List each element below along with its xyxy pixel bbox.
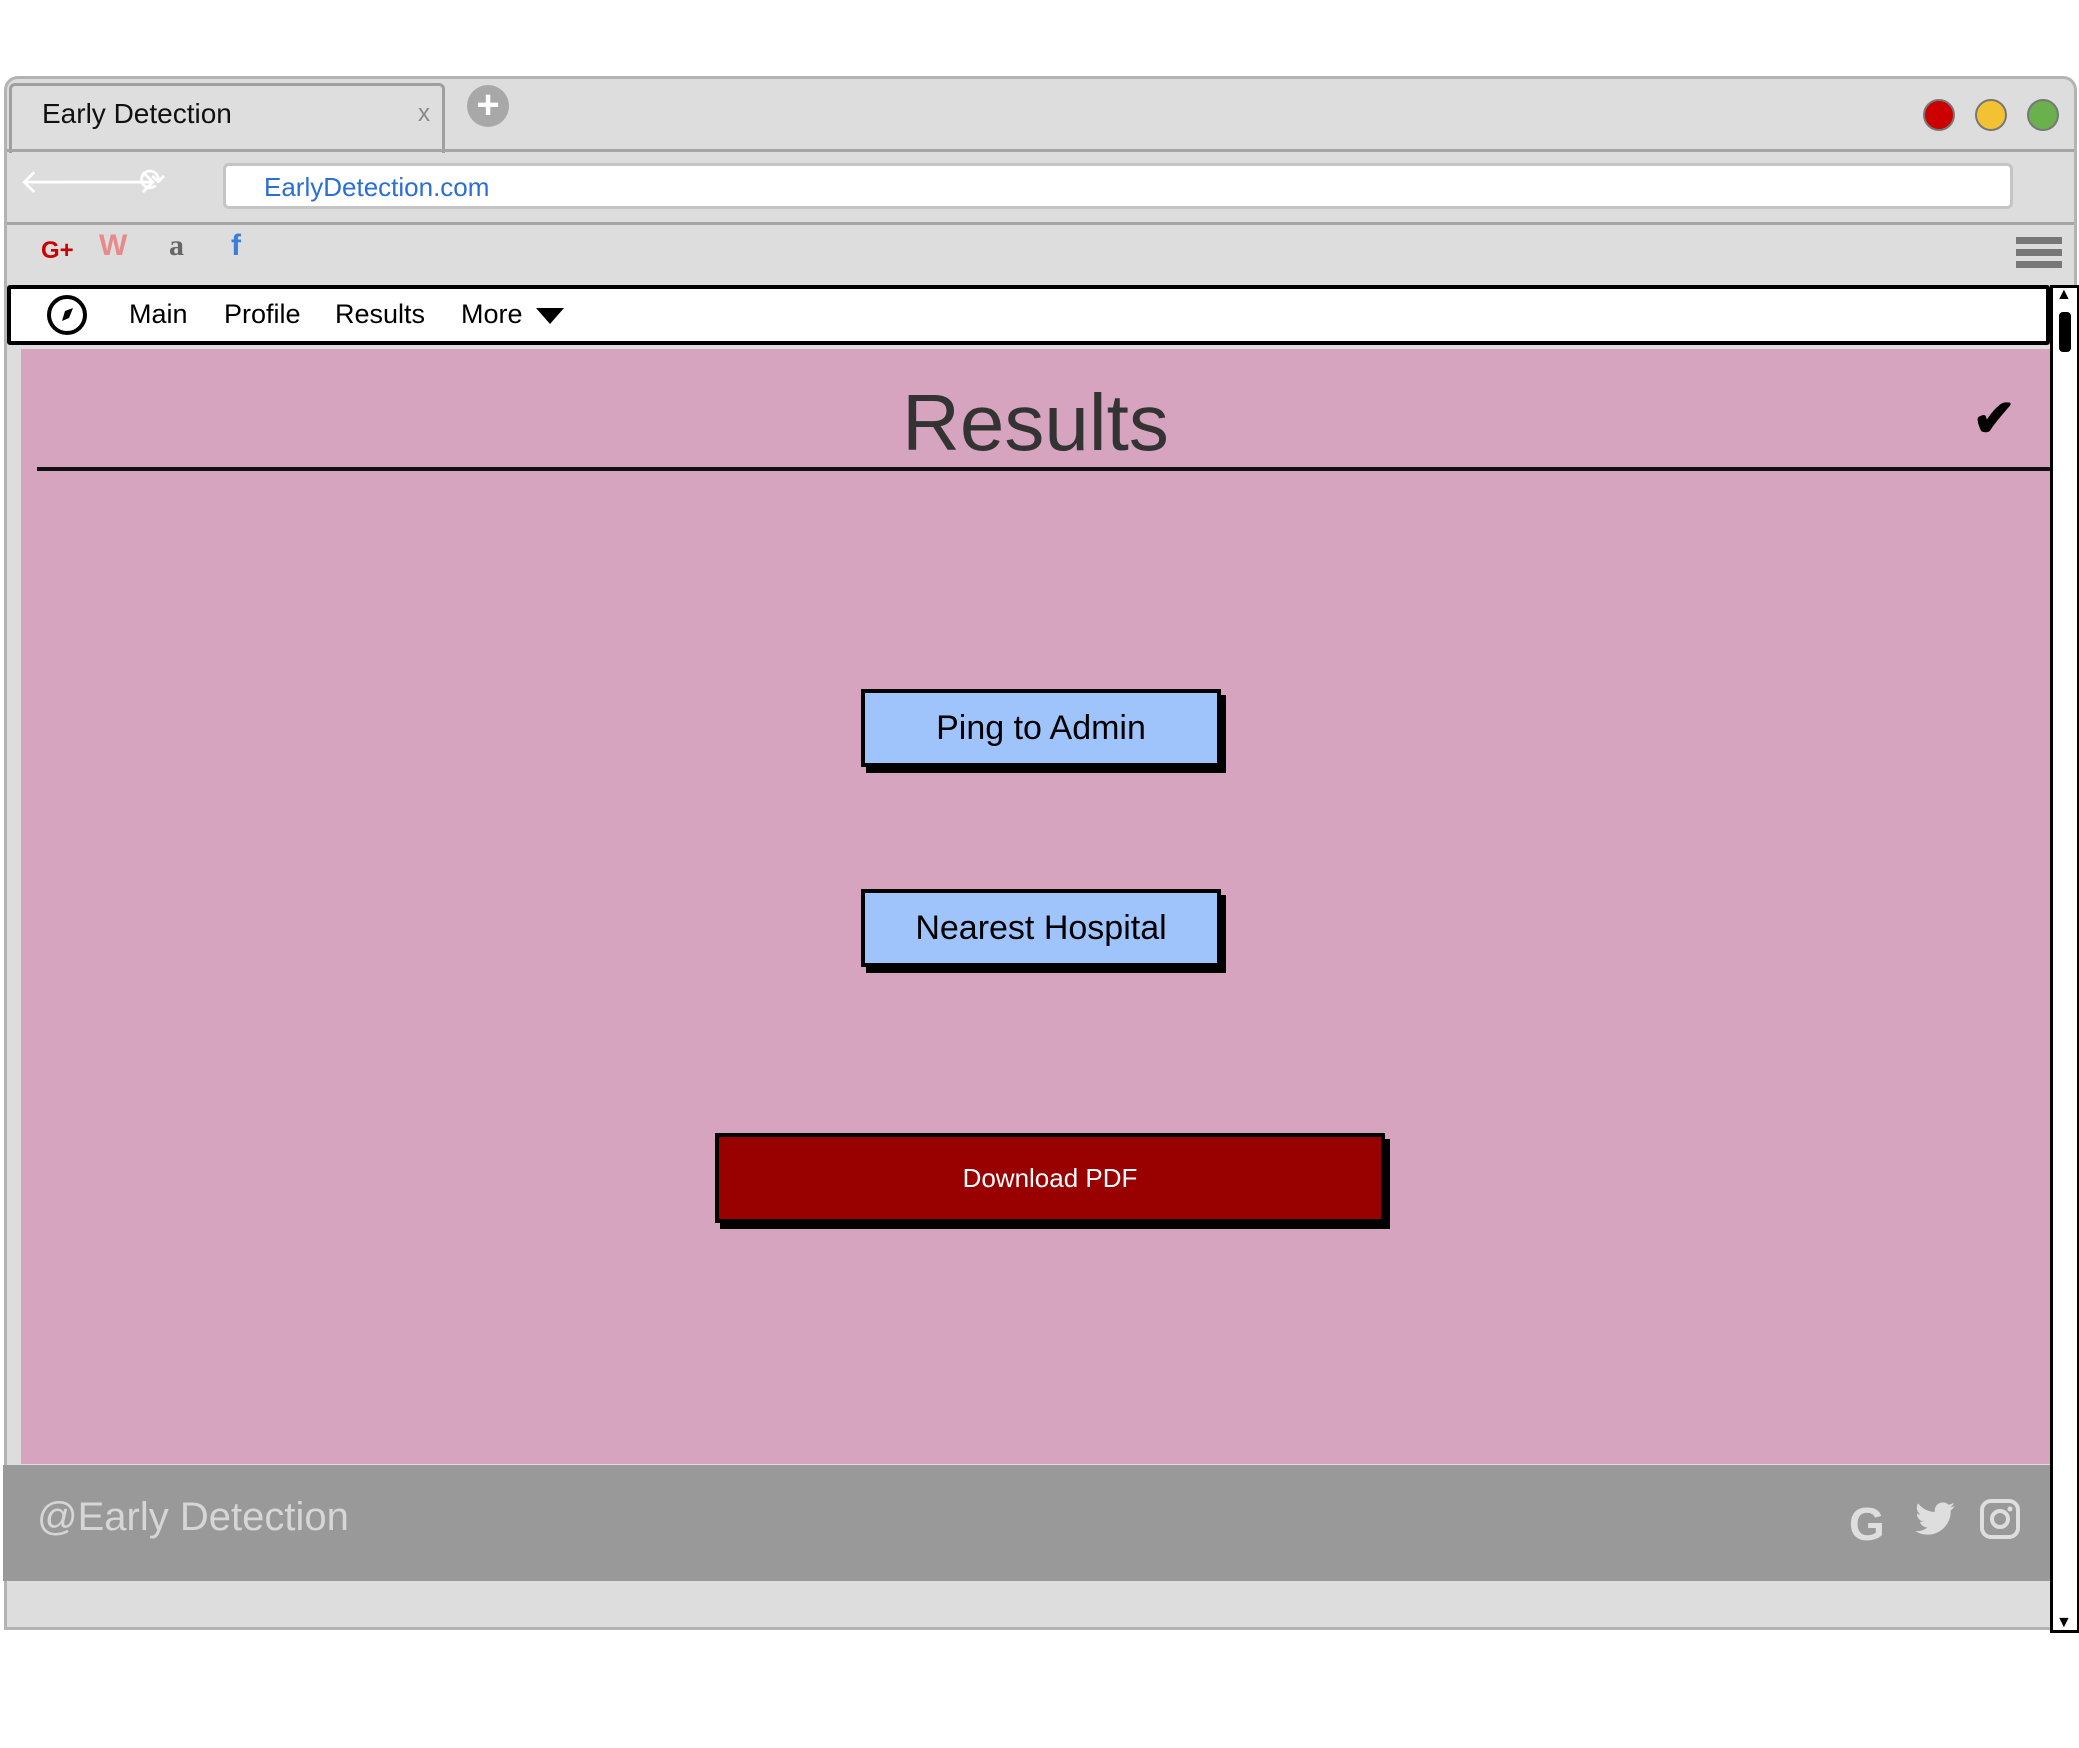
vertical-scrollbar[interactable]: ▲ ▼ [2050,285,2079,1633]
download-pdf-button[interactable]: Download PDF [715,1133,1385,1223]
address-url: EarlyDetection.com [264,172,490,202]
maximize-window-button[interactable] [2027,99,2059,131]
chevron-down-icon [536,307,565,324]
site-navbar: Main Profile Results More [7,285,2050,345]
tab-close-button[interactable]: x [418,100,430,128]
facebook-icon[interactable]: f [231,229,241,263]
nav-link-main[interactable]: Main [129,299,188,330]
compass-logo-icon[interactable] [47,295,87,335]
browser-tab[interactable]: Early Detection x [9,83,445,153]
google-plus-icon[interactable]: G+ [41,237,74,265]
instagram-icon[interactable] [1979,1497,2021,1551]
title-divider [37,467,2050,471]
address-bar[interactable]: EarlyDetection.com [223,163,2013,209]
scrollbar-thumb[interactable] [2059,312,2071,352]
nav-link-more[interactable]: More [461,299,565,330]
page-title: Results [902,378,1169,467]
browser-window: Early Detection x + 🡐 🡒 ⟳ EarlyDetection… [3,76,2079,1633]
site-footer: @Early Detection G [3,1465,2050,1581]
check-icon: ✔ [1972,390,2016,448]
tab-bar-divider [7,149,2074,152]
google-icon[interactable]: G [1849,1497,1885,1551]
nav-link-more-label: More [461,299,523,329]
new-tab-button[interactable]: + [467,85,509,127]
nearest-hospital-button[interactable]: Nearest Hospital [861,889,1221,967]
office-icon[interactable]: W [99,229,127,263]
results-page: Results ✔ Ping to Admin Nearest Hospital… [21,349,2050,1464]
close-window-button[interactable] [1923,99,1955,131]
amazon-icon[interactable]: a [169,229,184,263]
browser-menu-icon[interactable] [2016,237,2062,275]
nav-link-profile[interactable]: Profile [224,299,301,330]
minimize-window-button[interactable] [1975,99,2007,131]
bookmark-bar-divider [7,222,2074,225]
scroll-up-arrow-icon[interactable]: ▲ [2056,286,2072,304]
ping-admin-button[interactable]: Ping to Admin [861,689,1221,767]
footer-copyright: @Early Detection [37,1495,349,1539]
tab-title: Early Detection [42,98,232,129]
scroll-down-arrow-icon[interactable]: ▼ [2056,1614,2072,1632]
twitter-icon[interactable] [1913,1497,1957,1551]
reload-icon[interactable]: ⟳ [139,161,166,199]
nav-link-results[interactable]: Results [335,299,425,330]
